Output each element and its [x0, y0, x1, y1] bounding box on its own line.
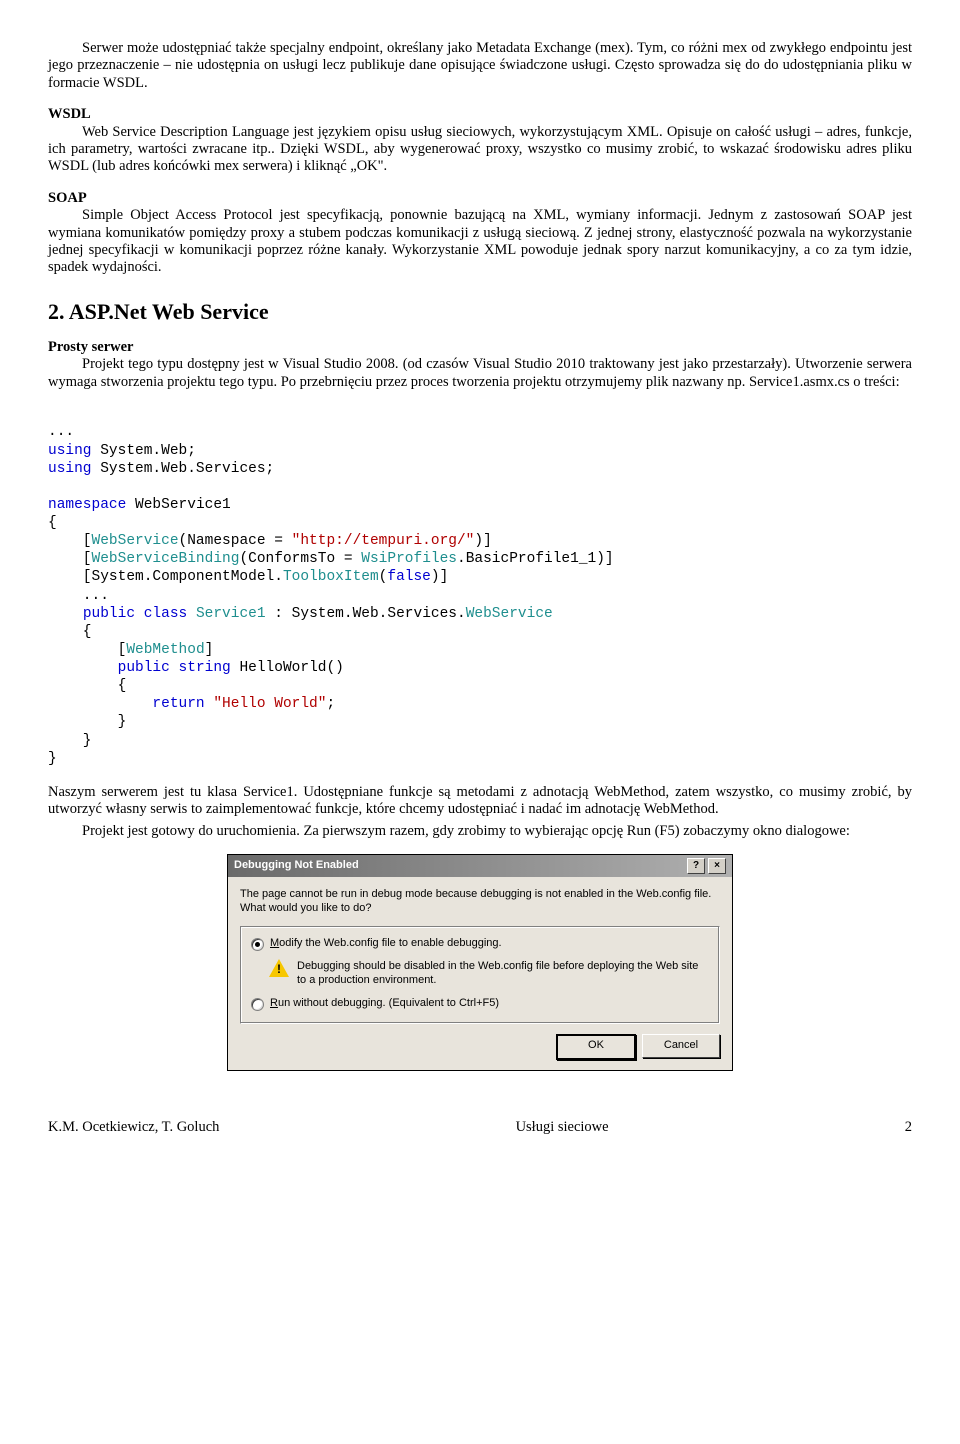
code-text: [48, 606, 83, 622]
mnemonic: R: [270, 997, 278, 1009]
code-kw-public: public string: [118, 660, 231, 676]
code-brace: }: [48, 733, 92, 749]
wsdl-body: Web Service Description Language jest ję…: [48, 124, 912, 176]
code-text: .BasicProfile1_1)]: [457, 551, 614, 567]
warning-icon: !: [269, 959, 289, 977]
soap-body-text: Simple Object Access Protocol jest specy…: [48, 207, 912, 277]
code-text: )]: [431, 569, 448, 585]
radio-option-run[interactable]: Run without debugging. (Equivalent to Ct…: [251, 997, 709, 1011]
code-text: ;: [326, 696, 335, 712]
code-type: WsiProfiles: [361, 551, 457, 567]
code-attr: ToolboxItem: [283, 569, 379, 585]
code-line: ...: [48, 588, 109, 604]
prosty-body-text: Projekt tego typu dostępny jest w Visual…: [48, 356, 912, 391]
dialog-title-text: Debugging Not Enabled: [234, 859, 359, 872]
footer-center: Usługi sieciowe: [516, 1119, 609, 1136]
wsdl-label: WSDL: [48, 106, 912, 123]
code-brace: {: [48, 624, 92, 640]
code-text: System.Web.Services;: [92, 461, 275, 477]
code-type: Service1: [196, 606, 266, 622]
dialog-message: The page cannot be run in debug mode bec…: [240, 887, 720, 916]
close-icon[interactable]: ×: [708, 858, 726, 874]
code-attr: WebMethod: [126, 642, 204, 658]
mnemonic: M: [270, 937, 279, 949]
code-text: ]: [205, 642, 214, 658]
code-brace: }: [48, 751, 57, 767]
code-string: "Hello World": [213, 696, 326, 712]
soap-label: SOAP: [48, 190, 912, 207]
code-text: : System.Web.Services.: [266, 606, 466, 622]
code-text: (Namespace =: [179, 533, 292, 549]
label-rest: odify the Web.config file to enable debu…: [279, 937, 501, 949]
code-text: [System.ComponentModel.: [48, 569, 283, 585]
code-text: [: [48, 642, 126, 658]
code-text: [: [48, 551, 92, 567]
code-kw-using: using: [48, 461, 92, 477]
code-kw-using: using: [48, 443, 92, 459]
prosty-serwer-body: Projekt tego typu dostępny jest w Visual…: [48, 356, 912, 391]
code-attr: WebServiceBinding: [92, 551, 240, 567]
code-text: HelloWorld(): [231, 660, 344, 676]
soap-body: Simple Object Access Protocol jest specy…: [48, 207, 912, 277]
debug-dialog: Debugging Not Enabled ? × The page canno…: [227, 854, 733, 1071]
page-footer: K.M. Ocetkiewicz, T. Goluch Usługi sieci…: [48, 1101, 912, 1136]
warning-text: Debugging should be disabled in the Web.…: [297, 959, 709, 988]
option-run-label: Run without debugging. (Equivalent to Ct…: [270, 997, 499, 1010]
radio-icon[interactable]: [251, 938, 264, 951]
label-rest: un without debugging. (Equivalent to Ctr…: [278, 997, 499, 1009]
warning-row: ! Debugging should be disabled in the We…: [269, 959, 709, 988]
prosty-serwer-label: Prosty serwer: [48, 339, 912, 356]
footer-right: 2: [905, 1119, 912, 1136]
code-brace: }: [48, 714, 126, 730]
code-text: System.Web;: [92, 443, 196, 459]
code-attr: WebService: [92, 533, 179, 549]
footer-left: K.M. Ocetkiewicz, T. Goluch: [48, 1119, 219, 1136]
code-text: )]: [474, 533, 491, 549]
code-text: (ConformsTo =: [239, 551, 361, 567]
wsdl-body-text: Web Service Description Language jest ję…: [48, 124, 912, 176]
code-text: [: [48, 533, 92, 549]
code-text: WebService1: [126, 497, 230, 513]
intro-paragraph: Serwer może udostępniać także specjalny …: [48, 40, 912, 92]
code-brace: {: [48, 515, 57, 531]
code-kw-return: return: [152, 696, 213, 712]
code-kw-namespace: namespace: [48, 497, 126, 513]
code-kw-false: false: [387, 569, 431, 585]
radio-icon[interactable]: [251, 998, 264, 1011]
after-code-p1: Naszym serwerem jest tu klasa Service1. …: [48, 784, 912, 819]
code-text: [48, 696, 152, 712]
cancel-button[interactable]: Cancel: [642, 1034, 720, 1058]
dialog-body: The page cannot be run in debug mode bec…: [228, 877, 732, 1070]
code-block: ... using System.Web; using System.Web.S…: [48, 405, 912, 768]
ok-button[interactable]: OK: [556, 1034, 636, 1060]
code-text: [48, 660, 118, 676]
dialog-options-group: Modify the Web.config file to enable deb…: [240, 926, 720, 1025]
code-brace: {: [48, 678, 126, 694]
heading-asp-net: 2. ASP.Net Web Service: [48, 299, 912, 325]
code-string: "http://tempuri.org/": [292, 533, 475, 549]
code-line: ...: [48, 424, 74, 440]
radio-option-modify[interactable]: Modify the Web.config file to enable deb…: [251, 937, 709, 951]
code-kw-class: public class: [83, 606, 196, 622]
dialog-titlebar[interactable]: Debugging Not Enabled ? ×: [228, 855, 732, 877]
option-modify-label: Modify the Web.config file to enable deb…: [270, 937, 502, 950]
dialog-button-row: OK Cancel: [240, 1034, 720, 1060]
dialog-wrapper: Debugging Not Enabled ? × The page canno…: [48, 854, 912, 1071]
after-code-p2: Projekt jest gotowy do uruchomienia. Za …: [48, 823, 912, 840]
help-icon[interactable]: ?: [687, 858, 705, 874]
code-type: WebService: [466, 606, 553, 622]
